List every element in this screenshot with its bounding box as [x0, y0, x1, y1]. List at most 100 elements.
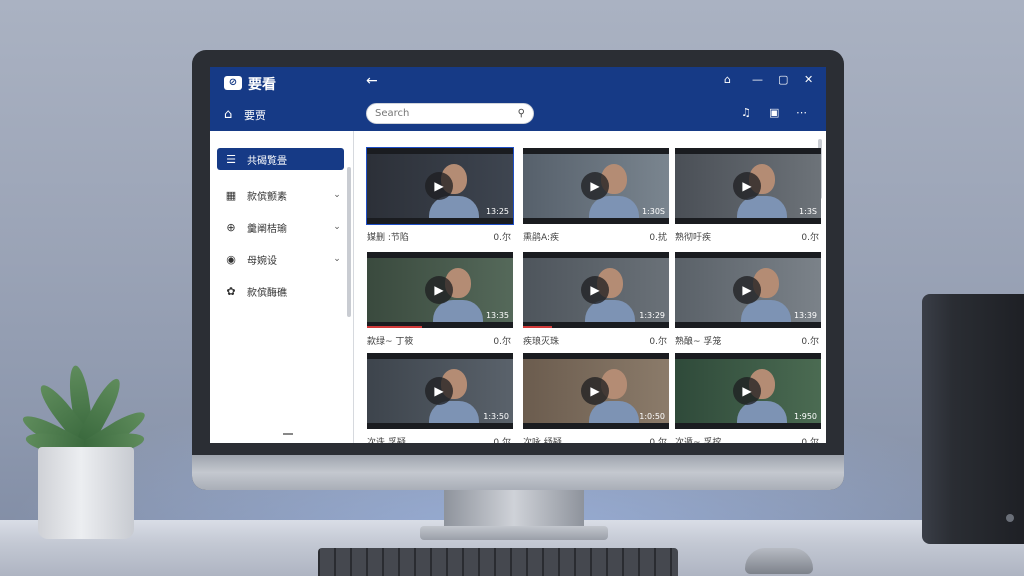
- video-duration: 1:0:50: [639, 412, 665, 421]
- chevron-down-icon[interactable]: ⌄: [330, 190, 344, 200]
- sidebar-item-pinned[interactable]: ⊕ 羹阐桔瑜 ⌄: [217, 216, 344, 238]
- maximize-icon[interactable]: ▢: [778, 73, 788, 86]
- sidebar-item-label: 款傧颤素: [247, 191, 287, 203]
- bell-icon[interactable]: ♫: [741, 106, 751, 119]
- video-card[interactable]: ▶ 1:30S 熏鹃A:疾 0.扰: [523, 148, 669, 243]
- sidebar-item-label: 款傧酶礁: [247, 287, 287, 299]
- sidebar-item-label: 母婉设: [247, 255, 277, 267]
- watch-progress-bar: [367, 326, 423, 328]
- video-card[interactable]: ▶ 13:25 媒删 :节陷 0.尔: [366, 147, 514, 243]
- search-icon[interactable]: ⚲: [518, 108, 525, 119]
- video-thumbnail[interactable]: ▶ 1:0:50: [523, 353, 669, 429]
- back-arrow-icon[interactable]: ←: [366, 73, 378, 89]
- monitor-stand: [444, 490, 584, 530]
- sidebar-item-data[interactable]: ▦ 款傧颤素 ⌄: [217, 184, 344, 206]
- video-duration: 13:25: [485, 207, 509, 216]
- video-meta: 熟彻吁疾 0.尔: [675, 230, 821, 243]
- video-thumbnail[interactable]: ▶ 1:3S: [675, 148, 821, 224]
- watch-progress-bar: [523, 326, 553, 328]
- video-meta: 款绿~ 丁筱 0.尔: [367, 334, 513, 347]
- video-thumbnail[interactable]: ▶ 1:3:50: [367, 353, 513, 429]
- video-title[interactable]: 熏鹃A:疾: [523, 230, 559, 243]
- video-thumbnail[interactable]: ▶ 1:30S: [523, 148, 669, 224]
- home-icon[interactable]: ⌂: [224, 107, 232, 122]
- video-thumbnail[interactable]: ▶ 1:3:29: [523, 252, 669, 328]
- cast-icon[interactable]: ⌂: [724, 73, 731, 86]
- video-views: 0.尔: [493, 233, 511, 243]
- video-views: 0.尔: [493, 337, 511, 347]
- video-title[interactable]: 熟彻吁疾: [675, 230, 711, 243]
- chart-icon[interactable]: ▣: [769, 106, 779, 119]
- video-card[interactable]: ▶ 1:950 次遁~ 孚挖 0.尔: [675, 353, 821, 443]
- sidebar-item-label: 共碣覧畳: [247, 155, 287, 167]
- video-card[interactable]: ▶ 1:3S 熟彻吁疾 0.尔: [675, 148, 821, 243]
- mouse: [745, 548, 813, 574]
- video-thumbnail[interactable]: ▶ 13:35: [367, 252, 513, 328]
- video-card[interactable]: ▶ 1:3:50 次迭 孚疑 0.尔: [367, 353, 513, 443]
- video-views: 0.扰: [649, 233, 667, 243]
- video-card[interactable]: ▶ 13:35 款绿~ 丁筱 0.尔: [367, 252, 513, 347]
- video-meta: 媒删 :节陷 0.尔: [367, 230, 513, 243]
- video-meta: 次咏 纾疑 0.尔: [523, 435, 669, 443]
- close-icon[interactable]: ✕: [804, 73, 813, 86]
- video-meta: 次遁~ 孚挖 0.尔: [675, 435, 821, 443]
- play-icon[interactable]: ▶: [425, 276, 453, 304]
- sidebar-scrollbar[interactable]: [347, 167, 351, 317]
- video-duration: 1:30S: [641, 207, 665, 216]
- sidebar-item-global[interactable]: ◉ 母婉设 ⌄: [217, 248, 344, 270]
- play-icon[interactable]: ▶: [581, 172, 609, 200]
- home-label[interactable]: 要贾: [244, 107, 266, 123]
- video-title[interactable]: 款绿~ 丁筱: [367, 334, 413, 347]
- sidebar-item-settings[interactable]: ✿ 款傧酶礁: [217, 280, 344, 302]
- play-icon[interactable]: ▶: [733, 276, 761, 304]
- speaker-led: [1006, 514, 1014, 522]
- play-icon[interactable]: ▶: [425, 377, 453, 405]
- pin-icon: ⊕: [226, 220, 236, 234]
- globe-icon: ◉: [226, 252, 236, 266]
- video-duration: 13:35: [485, 311, 509, 320]
- video-views: 0.尔: [649, 438, 667, 443]
- video-title[interactable]: 媒删 :节陷: [367, 230, 409, 243]
- video-views: 0.尔: [801, 337, 819, 347]
- plant-pot: [38, 447, 134, 539]
- apple-logo-icon: [508, 461, 524, 479]
- video-views: 0.尔: [649, 337, 667, 347]
- video-thumbnail[interactable]: ▶ 13:25: [366, 147, 514, 225]
- video-thumbnail[interactable]: ▶ 13:39: [675, 252, 821, 328]
- play-icon[interactable]: ▶: [425, 172, 453, 200]
- search-input[interactable]: [375, 108, 518, 119]
- video-meta: 疾琅灭珠 0.尔: [523, 334, 669, 347]
- video-card[interactable]: ▶ 1:3:29 疾琅灭珠 0.尔: [523, 252, 669, 347]
- video-title[interactable]: 次咏 纾疑: [523, 435, 562, 443]
- video-thumbnail[interactable]: ▶ 1:950: [675, 353, 821, 429]
- play-icon[interactable]: ▶: [733, 172, 761, 200]
- app-title: 要看: [248, 77, 276, 93]
- video-card[interactable]: ▶ 1:0:50 次咏 纾疑 0.尔: [523, 353, 669, 443]
- video-title[interactable]: 次遁~ 孚挖: [675, 435, 721, 443]
- play-icon[interactable]: ▶: [581, 276, 609, 304]
- video-views: 0.尔: [801, 438, 819, 443]
- sidebar-item-label: 羹阐桔瑜: [247, 223, 287, 235]
- search-box[interactable]: ⚲: [366, 103, 534, 124]
- app-window: ⊘ 要看 ⌂ 要贾 ☰ 共碣覧畳 ▦ 款傧颤素 ⌄ ⊕ 羹阐桔瑜 ⌄ ◉ 母婉设…: [210, 67, 826, 443]
- keyboard: [318, 548, 678, 576]
- video-title[interactable]: 熟酿~ 孚笼: [675, 334, 721, 347]
- list-icon: ☰: [226, 152, 236, 166]
- app-logo-icon: ⊘: [224, 76, 242, 90]
- play-icon[interactable]: ▶: [733, 377, 761, 405]
- video-card[interactable]: ▶ 13:39 熟酿~ 孚笼 0.尔: [675, 252, 821, 347]
- sidebar-handle[interactable]: [283, 433, 293, 435]
- sidebar-item-shared[interactable]: ☰ 共碣覧畳: [217, 148, 344, 170]
- video-title[interactable]: 次迭 孚疑: [367, 435, 406, 443]
- video-views: 0.尔: [493, 438, 511, 443]
- chevron-down-icon[interactable]: ⌄: [330, 254, 344, 264]
- chevron-down-icon[interactable]: ⌄: [330, 222, 344, 232]
- more-icon[interactable]: ⋯: [796, 106, 807, 119]
- video-grid: ▶ 13:25 媒删 :节陷 0.尔 ▶ 1:30S 熏鹃A:疾 0.扰 ▶ 1:3S 熟彻吁疾 0.…: [354, 131, 826, 443]
- video-meta: 次迭 孚疑 0.尔: [367, 435, 513, 443]
- top-bar: ← ⌂ — ▢ ✕ ⚲ ♫ ▣ ⋯: [354, 67, 826, 131]
- minimize-icon[interactable]: —: [752, 73, 763, 86]
- video-title[interactable]: 疾琅灭珠: [523, 334, 559, 347]
- play-icon[interactable]: ▶: [581, 377, 609, 405]
- video-duration: 1:950: [793, 412, 817, 421]
